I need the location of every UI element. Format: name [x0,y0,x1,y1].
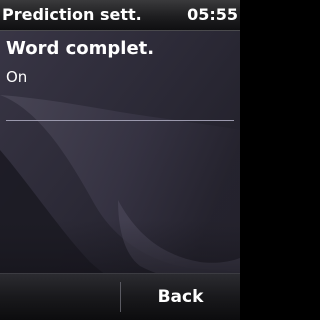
setting-item-word-completion[interactable]: Word complet. On [0,31,240,121]
setting-value: On [6,68,28,86]
softkey-bar: Back [0,273,240,320]
setting-label: Word complet. [6,38,155,59]
back-softkey[interactable]: Back [121,274,240,320]
back-softkey-label: Back [157,287,204,307]
phone-screen: Prediction sett. 05:55 Word complet. On … [0,0,240,320]
clock-time: 05:55 [187,5,238,24]
status-bar: Prediction sett. 05:55 [0,0,240,31]
setting-divider [6,120,234,121]
left-softkey[interactable] [0,274,120,320]
screen-title: Prediction sett. [2,5,142,24]
